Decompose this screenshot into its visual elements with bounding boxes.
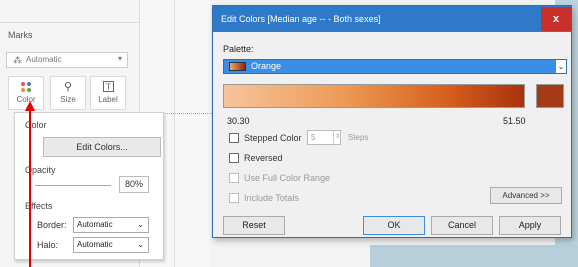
marks-title: Marks <box>8 30 33 40</box>
apply-button[interactable]: Apply <box>499 216 561 235</box>
chevron-down-icon: ⌄ <box>556 60 566 73</box>
chevron-down-icon: ⌄ <box>137 220 144 229</box>
include-totals-label: Include Totals <box>244 193 299 203</box>
size-icon: ⚲ <box>63 81 73 93</box>
border-label: Border: <box>37 220 67 230</box>
edit-colors-dialog: Edit Colors [Median age -- - Both sexes]… <box>212 5 572 238</box>
end-color-swatch[interactable] <box>536 84 564 108</box>
close-button[interactable]: x <box>541 7 571 31</box>
color-dots-icon <box>9 81 43 94</box>
halo-label: Halo: <box>37 240 59 250</box>
size-mark-button[interactable]: ⚲ Size <box>50 76 86 110</box>
dialog-titlebar[interactable]: Edit Colors [Median age -- - Both sexes]… <box>213 6 571 32</box>
border-select-value: Automatic <box>77 220 113 229</box>
label-mark-button[interactable]: T Label <box>90 76 126 110</box>
palette-value: Orange <box>251 61 282 71</box>
reset-button[interactable]: Reset <box>223 216 285 235</box>
view-divider <box>174 0 175 267</box>
panel-divider <box>0 22 140 23</box>
mark-type-label: Automatic <box>26 55 62 64</box>
svg-text:T: T <box>105 83 111 92</box>
cancel-button[interactable]: Cancel <box>431 216 493 235</box>
full-color-range-checkbox[interactable] <box>229 173 239 183</box>
range-max-value: 51.50 <box>503 116 526 126</box>
mark-type-icon: ⁂ <box>13 55 22 65</box>
dialog-title: Edit Colors [Median age -- - Both sexes] <box>221 14 381 24</box>
chevron-down-icon: ⌄ <box>137 240 144 249</box>
opacity-slider[interactable] <box>35 185 111 186</box>
label-icon: T <box>91 81 125 94</box>
stepped-color-checkbox[interactable] <box>229 133 239 143</box>
annotation-arrow <box>25 101 35 267</box>
opacity-input[interactable]: 80% <box>119 176 149 193</box>
palette-label: Palette: <box>223 44 254 54</box>
palette-dropdown[interactable]: Orange ⌄ <box>223 59 567 74</box>
halo-select[interactable]: Automatic ⌄ <box>73 237 149 253</box>
edit-colors-button[interactable]: Edit Colors... <box>43 137 161 157</box>
map-area-bottom <box>370 245 578 267</box>
ok-button[interactable]: OK <box>363 216 425 235</box>
size-mark-label: Size <box>60 95 76 104</box>
steps-label: Steps <box>348 133 369 142</box>
full-color-range-label: Use Full Color Range <box>244 173 331 183</box>
color-gradient-bar[interactable] <box>223 84 525 108</box>
label-mark-label: Label <box>98 95 118 104</box>
stepped-color-label: Stepped Color <box>244 133 302 143</box>
halo-select-value: Automatic <box>77 240 113 249</box>
range-min-value: 30.30 <box>227 116 250 126</box>
include-totals-checkbox[interactable] <box>229 193 239 203</box>
color-popup: Color Edit Colors... Opacity 80% Effects… <box>14 112 164 260</box>
mark-type-dropdown[interactable]: ⁂ Automatic ▾ <box>6 52 128 68</box>
steps-spinner[interactable]: ⇕ <box>333 131 341 144</box>
palette-swatch <box>229 62 246 71</box>
chevron-down-icon: ▾ <box>117 54 122 63</box>
border-select[interactable]: Automatic ⌄ <box>73 217 149 233</box>
reversed-label: Reversed <box>244 153 283 163</box>
reversed-checkbox[interactable] <box>229 153 239 163</box>
advanced-button[interactable]: Advanced >> <box>490 187 562 204</box>
